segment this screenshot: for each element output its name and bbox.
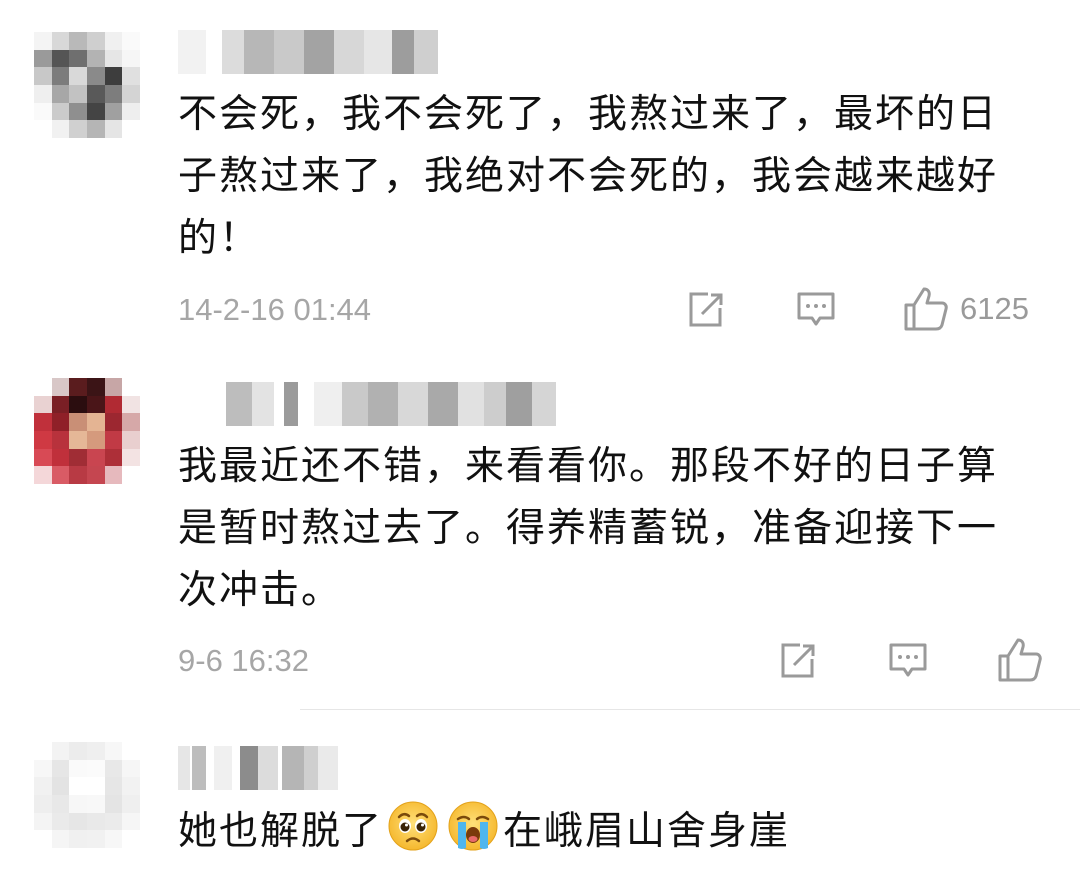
divider — [300, 709, 1080, 710]
thumbs-up-icon — [904, 287, 948, 331]
pleading-face-emoji — [388, 801, 438, 851]
thumbs-up-icon — [998, 638, 1042, 682]
share-button[interactable] — [778, 641, 818, 681]
comment-text: 她也解脱了 在峨眉山舍身崖 — [178, 800, 1018, 863]
comment-text-part: 她也解脱了 — [178, 809, 384, 854]
like-button[interactable]: 6125 — [902, 285, 1029, 333]
comment-icon — [797, 292, 835, 326]
username[interactable] — [178, 746, 338, 790]
username[interactable] — [226, 382, 556, 426]
comment-list: 不会死，我不会死了，我熬过来了，最坏的日子熬过来了，我绝对不会死的，我会越来越好… — [0, 0, 1080, 880]
comment-item: 我最近还不错，来看看你。那段不好的日子算是暂时熬过去了。得养精蓄锐，准备迎接下一… — [0, 350, 1080, 710]
like-button[interactable] — [996, 636, 1044, 684]
comment-icon — [889, 643, 927, 677]
share-icon — [781, 643, 815, 678]
comment-text-part: 在峨眉山舍身崖 — [503, 809, 791, 854]
comment-text: 不会死，我不会死了，我熬过来了，最坏的日子熬过来了，我绝对不会死的，我会越来越好… — [178, 92, 999, 261]
avatar[interactable] — [34, 742, 140, 848]
avatar[interactable] — [34, 378, 140, 484]
reply-button[interactable] — [796, 290, 836, 330]
loudly-crying-face-emoji — [448, 801, 498, 851]
username[interactable] — [178, 30, 438, 74]
avatar[interactable] — [34, 32, 140, 138]
share-button[interactable] — [686, 290, 726, 330]
comment-timestamp: 9-6 16:32 — [178, 643, 309, 678]
comment-text: 我最近还不错，来看看你。那段不好的日子算是暂时熬过去了。得养精蓄锐，准备迎接下一… — [178, 444, 999, 613]
share-icon — [689, 292, 723, 327]
comment-timestamp: 14-2-16 01:44 — [178, 292, 372, 327]
comment-item: 她也解脱了 在峨眉山舍身崖 — [0, 712, 1080, 880]
like-count: 6125 — [960, 291, 1029, 326]
reply-button[interactable] — [888, 641, 928, 681]
comment-item: 不会死，我不会死了，我熬过来了，最坏的日子熬过来了，我绝对不会死的，我会越来越好… — [0, 0, 1080, 350]
